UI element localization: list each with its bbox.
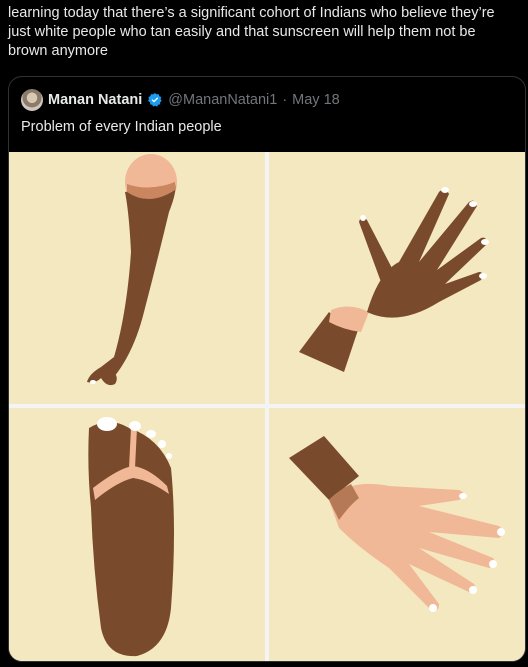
verified-badge-icon [148, 93, 162, 107]
quote-text: Problem of every Indian people [21, 119, 222, 135]
hand-illustration [299, 187, 489, 372]
media-grid[interactable] [9, 152, 525, 661]
separator: · [282, 92, 288, 108]
avatar[interactable] [21, 89, 43, 111]
arm-illustration [87, 154, 177, 386]
author-handle[interactable]: @MananNatani1 [168, 92, 277, 108]
image-hand-watch-tan[interactable] [269, 152, 525, 404]
author-name[interactable]: Manan Natani [48, 92, 142, 108]
image-hand-light[interactable] [269, 408, 525, 661]
image-foot-sandal-tan[interactable] [9, 408, 265, 661]
image-arm-tan[interactable] [9, 152, 265, 404]
tweet-date[interactable]: May 18 [292, 92, 340, 108]
tweet-text: learning today that there’s a significan… [8, 5, 495, 59]
quoted-tweet-card[interactable]: Manan Natani @MananNatani1 · May 18 Prob… [8, 76, 526, 662]
quote-header: Manan Natani @MananNatani1 · May 18 [21, 89, 340, 111]
hand-light-illustration [289, 436, 505, 612]
foot-illustration [88, 417, 174, 657]
